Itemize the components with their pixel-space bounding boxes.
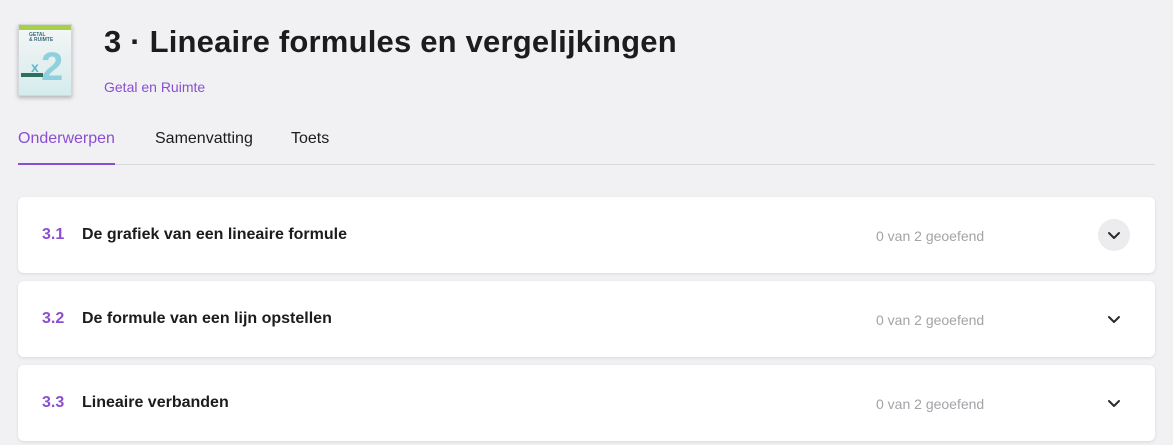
chevron-down-icon [1108,316,1120,323]
cover-publisher-line2: & RUIMTE [29,37,54,43]
topic-card-3-1[interactable]: 3.1 De grafiek van een lineaire formule … [18,197,1155,273]
tab-bar: Onderwerpen Samenvatting Toets [18,120,1155,165]
tab-onderwerpen[interactable]: Onderwerpen [18,120,115,165]
tab-samenvatting[interactable]: Samenvatting [155,120,253,164]
topic-progress: 0 van 2 geoefend [876,228,985,244]
cover-publisher: GETAL & RUIMTE [29,33,53,43]
topic-card-3-3[interactable]: 3.3 Lineaire verbanden 0 van 2 geoefend [18,365,1155,441]
tab-toets[interactable]: Toets [291,120,329,164]
topic-number: 3.3 [42,394,65,411]
expand-button[interactable] [1098,387,1130,419]
cover-stripe [19,25,71,30]
chapter-page: GETAL & RUIMTE x 2 3 · Lineaire formules… [0,0,1173,445]
chevron-down-icon [1108,232,1120,239]
topic-number: 3.2 [42,310,65,327]
cover-tag [21,73,43,77]
topic-progress: 0 van 2 geoefend [876,396,985,412]
expand-button[interactable] [1098,303,1130,335]
book-cover-image: GETAL & RUIMTE x 2 [18,24,72,96]
topic-number: 3.1 [42,226,65,243]
topic-title: De formule van een lijn opstellen [82,310,332,327]
cover-volume-number: 2 [41,45,64,89]
topic-title: Lineaire verbanden [82,394,229,411]
chevron-down-icon [1108,400,1120,407]
topic-progress: 0 van 2 geoefend [876,312,985,328]
page-title: 3 · Lineaire formules en vergelijkingen [104,24,677,59]
method-link[interactable]: Getal en Ruimte [104,79,205,95]
topic-card-3-2[interactable]: 3.2 De formule van een lijn opstellen 0 … [18,281,1155,357]
expand-button[interactable] [1098,219,1130,251]
topic-title: De grafiek van een lineaire formule [82,226,347,243]
